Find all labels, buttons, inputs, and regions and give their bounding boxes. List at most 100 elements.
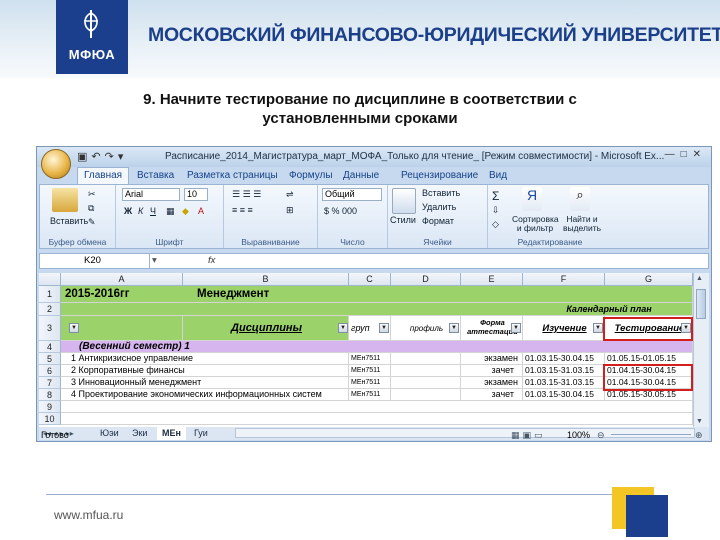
undo-icon[interactable]: ↶ [91, 151, 104, 163]
tab-insert[interactable]: Вставка [137, 170, 174, 181]
copy-icon[interactable]: ⧉ [88, 203, 94, 214]
paste-icon[interactable] [52, 188, 78, 212]
select-all-corner[interactable] [39, 273, 61, 286]
cell-a5[interactable]: 1 Антикризисное управление [61, 353, 349, 365]
cell-f6[interactable]: 01.03.15-31.03.15 [523, 365, 605, 377]
autosum-icon[interactable]: Σ [492, 189, 499, 203]
tab-review[interactable]: Рецензирование [401, 170, 478, 181]
sort-filter-button[interactable]: Сортировка и фильтр [512, 215, 559, 233]
insert-function-icon[interactable]: fx [208, 254, 215, 268]
filter-dropdown-icon[interactable]: ▼ [449, 323, 459, 333]
styles-icon[interactable] [392, 188, 416, 214]
cell-d7[interactable] [391, 377, 461, 389]
font-color-icon[interactable]: A [198, 206, 204, 216]
row-header[interactable]: 5 [39, 353, 61, 365]
tab-data[interactable]: Данные [343, 170, 379, 181]
cell-e7[interactable]: экзамен [461, 377, 523, 389]
find-select-icon[interactable]: ⌕ [570, 187, 590, 211]
filter-dropdown-icon[interactable]: ▼ [69, 323, 79, 333]
cut-icon[interactable]: ✂ [88, 189, 96, 200]
cell-e8[interactable]: зачет [461, 389, 523, 401]
cell-f2[interactable]: Календарный план [523, 304, 693, 315]
borders-icon[interactable]: ▦ [166, 206, 175, 217]
fill-icon[interactable]: ⇩ [492, 205, 500, 216]
zoom-in-icon[interactable]: ⊕ [695, 429, 703, 441]
row-header[interactable]: 3 [39, 316, 61, 341]
table-row[interactable] [61, 413, 693, 425]
align-top-icon[interactable]: ☰ ☰ ☰ [232, 189, 261, 200]
column-header-d[interactable]: D [391, 273, 461, 286]
quick-access-toolbar[interactable]: ▣↶↷▾ [77, 150, 127, 163]
filter-dropdown-icon[interactable]: ▼ [379, 323, 389, 333]
redo-icon[interactable]: ↷ [105, 151, 118, 163]
view-normal-icon[interactable]: ▦▣▭ [511, 429, 546, 441]
row-header[interactable]: 8 [39, 389, 61, 401]
column-header-e[interactable]: E [461, 273, 523, 286]
cell-c8[interactable]: МЕн7511 [349, 389, 391, 401]
row-header[interactable]: 2 [39, 303, 61, 316]
scroll-up-icon[interactable]: ▲ [696, 275, 703, 282]
cell-a3[interactable] [61, 316, 183, 341]
merge-icon[interactable]: ⊞ [286, 205, 294, 216]
italic-icon[interactable]: К [138, 206, 143, 216]
formula-input[interactable] [226, 255, 706, 267]
cell-b1[interactable]: Менеджмент [195, 288, 269, 301]
cell-e5[interactable]: экзамен [461, 353, 523, 365]
cell-b3[interactable]: Дисциплины [183, 316, 349, 341]
footer-url[interactable]: www.mfua.ru [54, 508, 123, 522]
scroll-thumb[interactable] [696, 289, 706, 319]
row-header[interactable]: 10 [39, 413, 61, 425]
cell-a7[interactable]: 3 Инновационный менеджмент [61, 377, 349, 389]
font-name-combo[interactable]: Arial [122, 188, 180, 201]
zoom-level[interactable]: 100% [567, 429, 590, 441]
number-format-combo[interactable]: Общий [322, 188, 382, 201]
table-row[interactable] [61, 401, 693, 413]
column-header-b[interactable]: B [183, 273, 349, 286]
minimize-icon[interactable]: — [665, 149, 681, 160]
column-header-c[interactable]: C [349, 273, 391, 286]
column-header-f[interactable]: F [523, 273, 605, 286]
dropdown-arrow-icon[interactable]: ▾ [152, 254, 157, 268]
find-select-button[interactable]: Найти и выделить [562, 215, 602, 233]
align-left-icon[interactable]: ≡ ≡ ≡ [232, 205, 253, 215]
bold-icon[interactable]: Ж [124, 206, 132, 216]
clear-icon[interactable]: ◇ [492, 219, 499, 230]
font-size-combo[interactable]: 10 [184, 188, 208, 201]
cell-d6[interactable] [391, 365, 461, 377]
styles-button[interactable]: Стили [390, 215, 416, 225]
close-icon[interactable]: ✕ [693, 149, 707, 160]
cell-f5[interactable]: 01.03.15-30.04.15 [523, 353, 605, 365]
scroll-down-icon[interactable]: ▼ [696, 418, 703, 425]
column-header-a[interactable]: A [61, 273, 183, 286]
filter-dropdown-icon[interactable]: ▼ [593, 323, 603, 333]
paste-button[interactable]: Вставить [50, 216, 88, 226]
sort-filter-icon[interactable]: Я [522, 187, 542, 211]
underline-icon[interactable]: Ч [150, 206, 156, 216]
window-controls[interactable]: —□✕ [665, 149, 707, 160]
tab-formulas[interactable]: Формулы [289, 170, 333, 181]
cell-f8[interactable]: 01.03.15-30.04.15 [523, 389, 605, 401]
vertical-scrollbar[interactable]: ▲ ▼ [693, 273, 709, 427]
cell-c7[interactable]: МЕн7511 [349, 377, 391, 389]
row-header[interactable]: 6 [39, 365, 61, 377]
cell-f7[interactable]: 01.03.15-31.03.15 [523, 377, 605, 389]
format-cells-button[interactable]: Формат [422, 216, 454, 226]
fill-color-icon[interactable]: ◆ [182, 206, 189, 217]
cell-d5[interactable] [391, 353, 461, 365]
save-icon[interactable]: ▣ [77, 151, 91, 163]
tab-page-layout[interactable]: Разметка страницы [187, 170, 278, 181]
cell-a4[interactable]: (Весенний семестр) 1 [77, 341, 190, 352]
zoom-out-icon[interactable]: ⊖ [597, 429, 605, 441]
row-header[interactable]: 9 [39, 401, 61, 413]
row-header[interactable]: 4 [39, 341, 61, 353]
cell-e6[interactable]: зачет [461, 365, 523, 377]
cell-a6[interactable]: 2 Корпоративные финансы [61, 365, 349, 377]
tab-view[interactable]: Вид [489, 170, 507, 181]
wrap-text-icon[interactable]: ⇌ [286, 189, 294, 200]
cell-d8[interactable] [391, 389, 461, 401]
column-header-g[interactable]: G [605, 273, 693, 286]
name-box[interactable]: K20 [40, 254, 150, 268]
row-header[interactable]: 1 [39, 286, 61, 303]
maximize-icon[interactable]: □ [681, 149, 693, 160]
filter-dropdown-icon[interactable]: ▼ [338, 323, 348, 333]
